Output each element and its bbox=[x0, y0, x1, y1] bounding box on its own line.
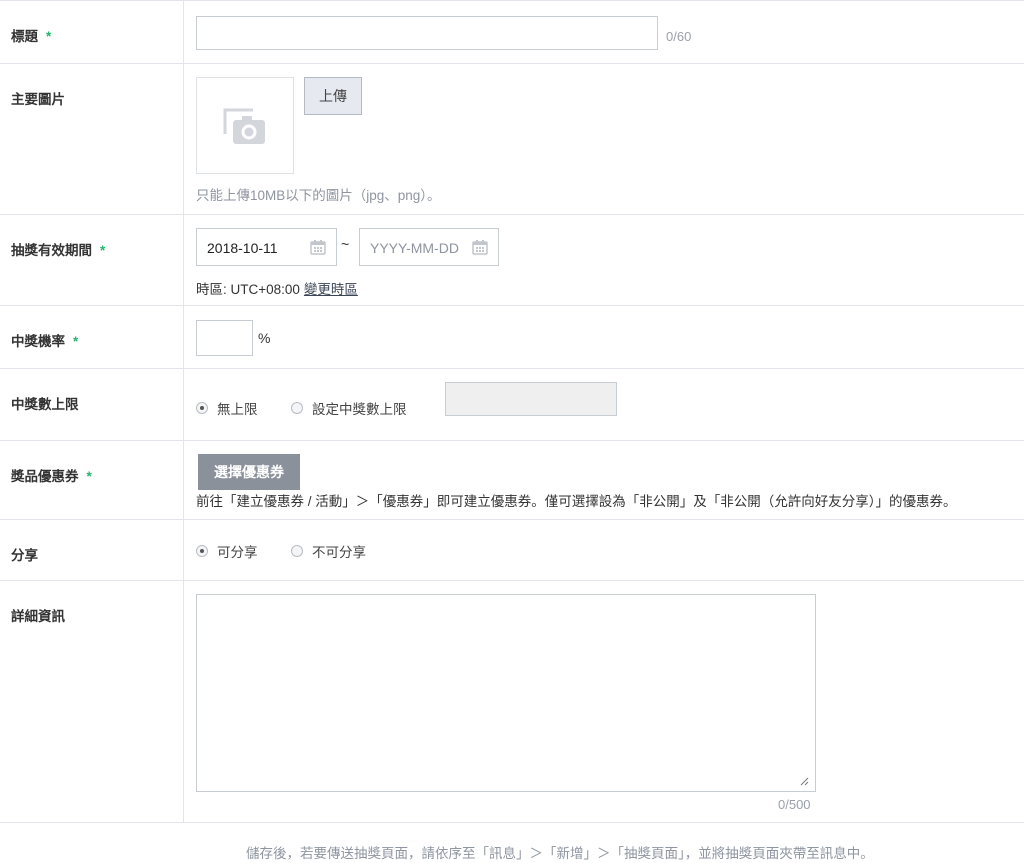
radio-set-limit[interactable]: 設定中獎數上限 bbox=[291, 398, 407, 418]
select-coupon-button[interactable]: 選擇優惠券 bbox=[198, 454, 300, 490]
end-date-placeholder: YYYY-MM-DD bbox=[370, 240, 459, 256]
prize-label-cell: 獎品優惠券 * bbox=[0, 441, 184, 519]
winner-limit-input[interactable] bbox=[445, 382, 617, 416]
rate-label-cell: 中獎機率 * bbox=[0, 306, 184, 368]
prize-label: 獎品優惠券 bbox=[11, 469, 79, 484]
details-row: 詳細資訊 0/500 bbox=[0, 581, 1024, 823]
share-label: 分享 bbox=[11, 548, 38, 563]
rate-input[interactable] bbox=[196, 320, 253, 356]
details-label: 詳細資訊 bbox=[11, 609, 65, 624]
image-preview[interactable] bbox=[196, 77, 294, 174]
title-char-counter: 0/60 bbox=[666, 29, 692, 44]
share-label-cell: 分享 bbox=[0, 520, 184, 580]
share-row: 分享 可分享 不可分享 bbox=[0, 520, 1024, 581]
radio-selected-icon bbox=[196, 402, 208, 414]
date-separator: ~ bbox=[341, 236, 350, 252]
required-mark: * bbox=[73, 334, 79, 349]
timezone-text: 時區: UTC+08:00 bbox=[196, 282, 300, 297]
start-date-input[interactable]: 2018-10-11 bbox=[196, 228, 337, 266]
main-image-row: 主要圖片 上傳 只能上傳10MB以下的圖片（jpg、png）。 bbox=[0, 64, 1024, 215]
details-label-cell: 詳細資訊 bbox=[0, 581, 184, 822]
rate-row: 中獎機率 * % bbox=[0, 306, 1024, 369]
required-mark: * bbox=[86, 469, 92, 484]
required-mark: * bbox=[46, 29, 52, 44]
details-char-counter: 0/500 bbox=[778, 797, 811, 812]
upload-button[interactable]: 上傳 bbox=[304, 77, 362, 115]
radio-not-shareable[interactable]: 不可分享 bbox=[291, 541, 366, 561]
end-date-input[interactable]: YYYY-MM-DD bbox=[359, 228, 499, 266]
calendar-icon bbox=[472, 240, 488, 255]
lottery-form: 標題 * 0/60 主要圖片 上傳 只能上傳10MB以下的圖片（jpg、png）。 bbox=[0, 0, 1024, 823]
rate-unit: % bbox=[258, 330, 271, 346]
details-textarea[interactable] bbox=[196, 594, 816, 792]
rate-label: 中獎機率 bbox=[11, 334, 65, 349]
prize-row: 獎品優惠券 * 選擇優惠券 前往「建立優惠券 / 活動」＞「優惠券」即可建立優惠券… bbox=[0, 441, 1024, 520]
title-label-cell: 標題 * bbox=[0, 1, 184, 63]
main-image-label: 主要圖片 bbox=[11, 92, 65, 107]
radio-unlimited-label: 無上限 bbox=[217, 402, 258, 417]
radio-selected-icon bbox=[196, 545, 208, 557]
title-label: 標題 bbox=[11, 29, 38, 44]
winner-limit-label: 中獎數上限 bbox=[11, 397, 79, 412]
winner-limit-row: 中獎數上限 無上限 設定中獎數上限 bbox=[0, 369, 1024, 441]
period-row: 抽獎有效期間 * 2018-10-11 ~ YYYY-MM-DD 時區: UTC… bbox=[0, 215, 1024, 306]
start-date-value: 2018-10-11 bbox=[207, 240, 278, 256]
winner-limit-label-cell: 中獎數上限 bbox=[0, 369, 184, 440]
change-timezone-link[interactable]: 變更時區 bbox=[304, 282, 358, 297]
title-input[interactable] bbox=[196, 16, 658, 50]
camera-icon bbox=[223, 108, 265, 144]
radio-unselected-icon bbox=[291, 545, 303, 557]
radio-shareable-label: 可分享 bbox=[217, 545, 258, 560]
radio-shareable[interactable]: 可分享 bbox=[196, 541, 258, 561]
title-row: 標題 * 0/60 bbox=[0, 1, 1024, 64]
radio-not-shareable-label: 不可分享 bbox=[312, 545, 366, 560]
required-mark: * bbox=[100, 243, 106, 258]
period-label: 抽獎有效期間 bbox=[11, 243, 92, 258]
radio-unlimited[interactable]: 無上限 bbox=[196, 398, 258, 418]
period-label-cell: 抽獎有效期間 * bbox=[0, 215, 184, 305]
main-image-label-cell: 主要圖片 bbox=[0, 64, 184, 214]
radio-set-limit-label: 設定中獎數上限 bbox=[312, 402, 407, 417]
footer-note: 儲存後，若要傳送抽獎頁面，請依序至「訊息」＞「新增」＞「抽獎頁面」，並將抽獎頁面… bbox=[246, 846, 874, 861]
timezone-info: 時區: UTC+08:00 變更時區 bbox=[196, 278, 358, 298]
coupon-note: 前往「建立優惠券 / 活動」＞「優惠券」即可建立優惠券。僅可選擇設為「非公開」及… bbox=[196, 494, 957, 509]
image-hint: 只能上傳10MB以下的圖片（jpg、png）。 bbox=[196, 188, 441, 203]
calendar-icon bbox=[310, 240, 326, 255]
resize-handle-icon[interactable] bbox=[800, 777, 809, 786]
radio-unselected-icon bbox=[291, 402, 303, 414]
